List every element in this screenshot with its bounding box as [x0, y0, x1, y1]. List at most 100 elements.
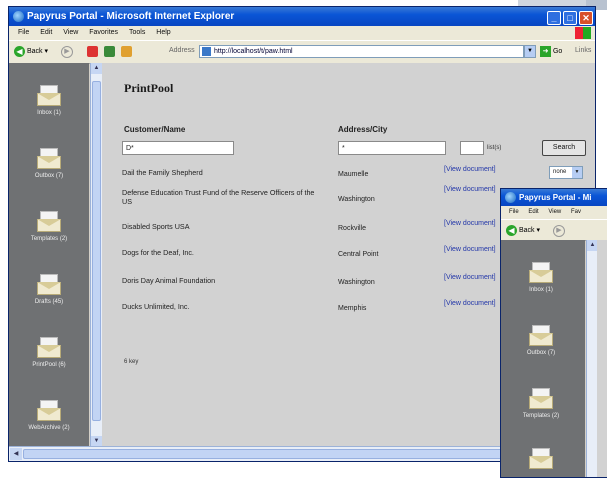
sidebar-item-label: Inbox (1)	[37, 110, 61, 116]
sidebar-item-label: Drafts (45)	[34, 299, 64, 305]
back-button[interactable]: ◀ Back ▾	[14, 45, 48, 58]
view-document-link[interactable]: [View document]	[444, 300, 504, 309]
back-label: Back	[26, 48, 43, 55]
sidebar-item-label: Templates (2)	[30, 236, 68, 242]
customer-column-header: Customer/Name	[124, 125, 186, 134]
go-label: Go	[552, 48, 563, 55]
row-name: Doris Day Animal Foundation	[122, 276, 216, 285]
go-arrow-icon: ➜	[540, 45, 551, 57]
sidebar-item-templates[interactable]: Templates (2)	[9, 211, 89, 242]
sidebar-item-inbox[interactable]: Inbox (1)	[501, 262, 581, 293]
back-arrow-icon: ◀	[14, 45, 25, 57]
search-button[interactable]: Search	[542, 140, 586, 156]
table-row: Ducks Unlimited, Inc. Memphis [View docu…	[122, 300, 562, 329]
menu-file[interactable]: File	[18, 29, 29, 36]
ie-logo-icon	[505, 192, 516, 203]
envelope-icon	[37, 85, 61, 107]
envelope-icon	[37, 400, 61, 422]
address-filter-input[interactable]	[338, 141, 446, 155]
row-name: Dogs for the Deaf, Inc.	[122, 248, 194, 257]
forward-button[interactable]: ▶	[61, 46, 73, 58]
view-document-link[interactable]: [View document]	[444, 220, 504, 229]
sidebar-scrollbar[interactable]: ▲ ▼	[90, 63, 102, 447]
menu-help[interactable]: Help	[156, 29, 170, 36]
row-name: Dail the Family Shepherd	[122, 168, 203, 177]
menu-view[interactable]: View	[548, 209, 561, 215]
maximize-icon[interactable]: □	[563, 11, 577, 25]
back-button[interactable]: ◀ Back ▾	[506, 224, 540, 237]
sidebar-item-label: Inbox (1)	[529, 287, 553, 293]
minimize-icon[interactable]: _	[547, 11, 561, 25]
sidebar-item-inbox[interactable]: Inbox (1)	[9, 85, 89, 116]
sidebar-item-templates[interactable]: Templates (2)	[501, 388, 581, 419]
address-column-header: Address/City	[338, 125, 388, 134]
envelope-icon	[37, 148, 61, 170]
view-document-link[interactable]: [View document]	[444, 274, 504, 283]
sidebar-item-label: PrintPool (6)	[32, 362, 66, 368]
links-label[interactable]: Links	[575, 47, 591, 54]
back-arrow-icon: ◀	[506, 224, 517, 236]
table-row: Defense Education Trust Fund of the Rese…	[122, 186, 562, 215]
sidebar-item-label: Outbox (7)	[34, 173, 64, 179]
menu-edit[interactable]: Edit	[528, 209, 538, 215]
second-content-area	[597, 240, 607, 477]
windows-logo-icon	[575, 27, 591, 39]
window-title: Papyrus Portal - Microsoft Internet Expl…	[27, 11, 235, 22]
close-icon[interactable]: ✕	[579, 11, 593, 25]
row-name: Defense Education Trust Fund of the Rese…	[122, 188, 315, 206]
row-name: Ducks Unlimited, Inc.	[122, 302, 190, 311]
go-button[interactable]: ➜ Go	[540, 45, 562, 58]
view-document-link[interactable]: [View document]	[444, 186, 504, 195]
ie-logo-icon	[13, 11, 24, 22]
second-toolbar: ◀ Back ▾ ▶	[501, 219, 607, 241]
address-bar[interactable]: http://localhost/t/paw.html	[199, 45, 524, 58]
menu-favorites[interactable]: Favorites	[89, 29, 118, 36]
menu-file[interactable]: File	[509, 209, 519, 215]
customer-filter-input[interactable]	[122, 141, 234, 155]
second-menu-bar: File Edit View Fav	[501, 206, 607, 219]
second-browser-window[interactable]: Papyrus Portal - Mi File Edit View Fav ◀…	[500, 188, 607, 478]
sidebar-item-printpool[interactable]: PrintPool (6)	[9, 337, 89, 368]
page-icon	[202, 47, 211, 56]
row-city: Rockville	[338, 225, 367, 232]
scroll-left-icon[interactable]: ◀	[10, 448, 22, 460]
view-document-link[interactable]: [View document]	[444, 246, 504, 255]
list-count-input[interactable]	[460, 141, 484, 155]
menu-favorites[interactable]: Fav	[571, 209, 581, 215]
list-label: list(s)	[487, 145, 502, 151]
title-bar[interactable]: Papyrus Portal - Microsoft Internet Expl…	[9, 7, 595, 26]
menu-bar: File Edit View Favorites Tools Help	[9, 26, 595, 40]
horizontal-scroll-thumb[interactable]	[23, 449, 523, 459]
second-folder-sidebar: Inbox (1) Outbox (7) Templates (2)	[501, 240, 585, 477]
stop-icon[interactable]	[87, 46, 98, 57]
second-window-title: Papyrus Portal - Mi	[519, 193, 592, 202]
second-title-bar[interactable]: Papyrus Portal - Mi	[501, 189, 607, 206]
sidebar-item-outbox[interactable]: Outbox (7)	[501, 325, 581, 356]
footer-text: 6 key	[124, 359, 139, 365]
address-dropdown[interactable]: ▼	[524, 45, 536, 58]
sidebar-item-webarchive[interactable]: WebArchive (2)	[9, 400, 89, 431]
refresh-icon[interactable]	[104, 46, 115, 57]
back-label: Back	[518, 227, 535, 234]
sidebar-item-outbox[interactable]: Outbox (7)	[9, 148, 89, 179]
menu-view[interactable]: View	[63, 29, 78, 36]
row-city: Memphis	[338, 305, 367, 312]
row-name: Disabled Sports USA	[122, 222, 190, 231]
sidebar-item-label: Templates (2)	[522, 413, 560, 419]
row-city: Maumelle	[338, 171, 369, 178]
scroll-thumb[interactable]	[92, 81, 101, 421]
view-document-link[interactable]: [View document]	[444, 166, 504, 175]
toolbar: ◀ Back ▾ ▶ Address http://localhost/t/pa…	[9, 40, 595, 64]
menu-edit[interactable]: Edit	[40, 29, 52, 36]
scroll-up-icon[interactable]: ▲	[91, 63, 102, 74]
forward-button[interactable]: ▶	[553, 225, 565, 237]
sidebar-item-drafts[interactable]: Drafts (45)	[9, 274, 89, 305]
menu-tools[interactable]: Tools	[129, 29, 145, 36]
address-label: Address	[169, 47, 195, 54]
table-row: Dogs for the Deaf, Inc. Central Point [V…	[122, 246, 562, 275]
home-icon[interactable]	[121, 46, 132, 57]
sidebar-item-partial[interactable]	[501, 448, 581, 470]
address-value: http://localhost/t/paw.html	[214, 48, 293, 55]
envelope-icon	[37, 274, 61, 296]
envelope-icon	[529, 325, 553, 347]
